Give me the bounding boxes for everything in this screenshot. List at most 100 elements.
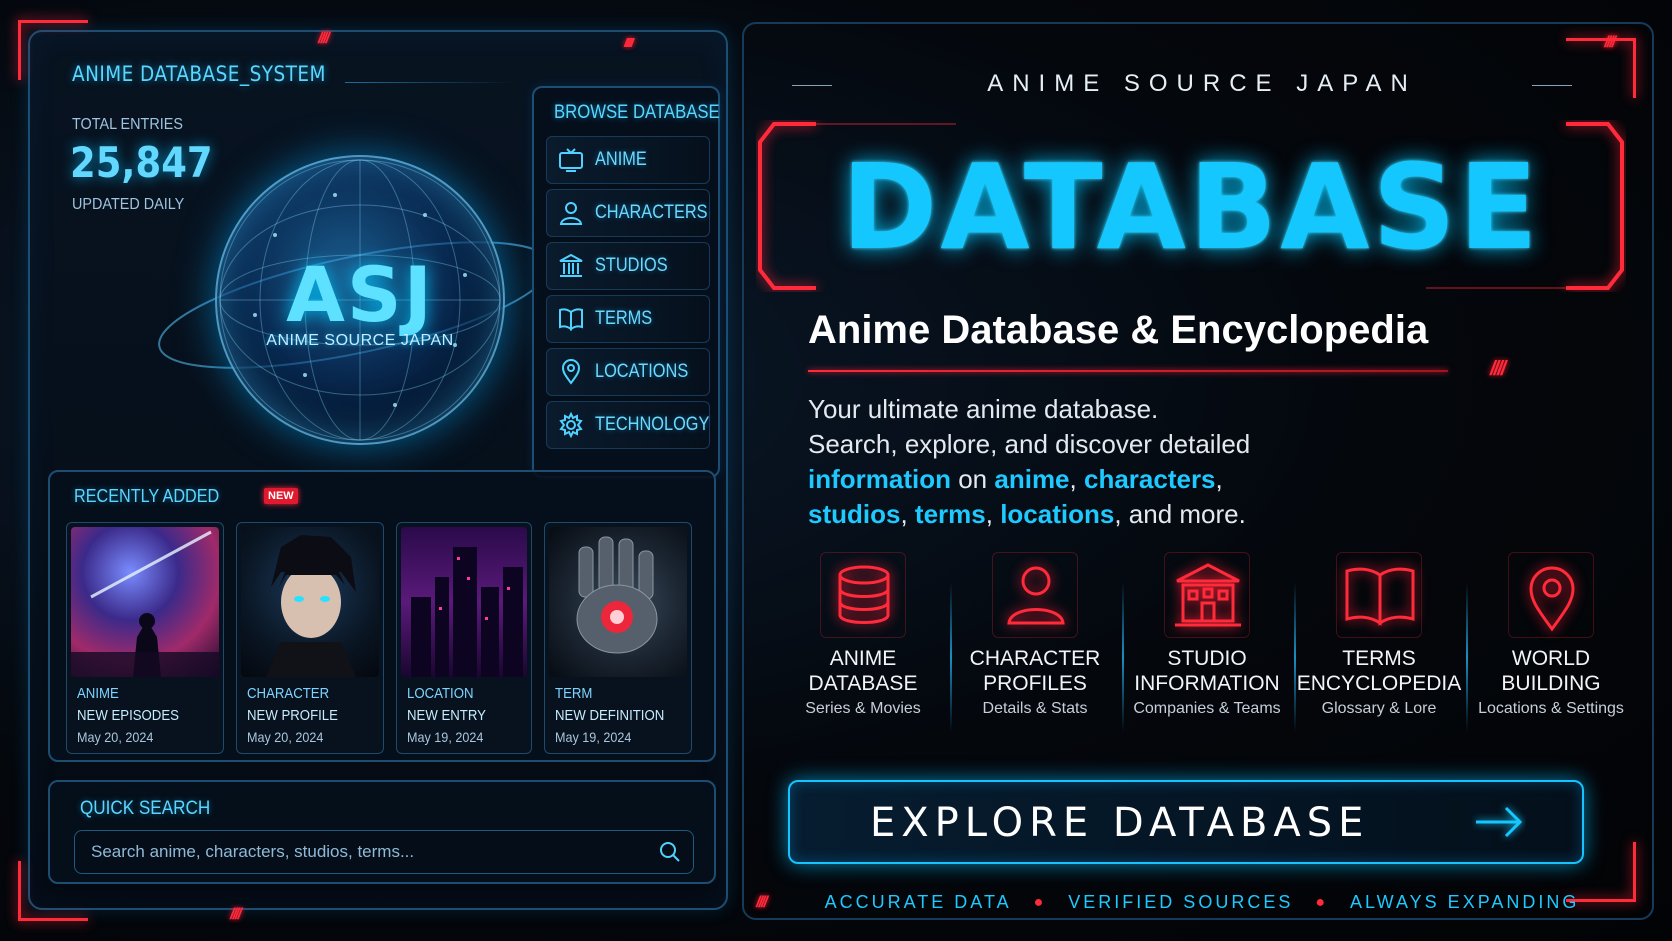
decor-corner: [1566, 38, 1636, 98]
feature-character-profiles[interactable]: CHARACTER PROFILES Details & Stats: [950, 552, 1120, 752]
feature-subtitle: Locations & Settings: [1478, 700, 1624, 717]
feature-title: CHARACTER: [969, 647, 1101, 670]
browse-item-label: CHARACTERS: [595, 202, 708, 223]
divider: [345, 82, 515, 83]
card-thumbnail: [71, 527, 221, 677]
feature-anime-database[interactable]: ANIME DATABASE Series & Movies: [778, 552, 948, 752]
highlight-link[interactable]: terms: [915, 499, 986, 529]
browse-item-locations[interactable]: LOCATIONS: [546, 348, 710, 396]
description-text: ,: [1069, 464, 1084, 494]
feature-title: ENCYCLOPEDIA: [1296, 672, 1462, 695]
browse-item-terms[interactable]: TERMS: [546, 295, 710, 343]
asj-globe-logo: ASJ ANIME SOURCE JAPAN: [145, 150, 535, 460]
description: Your ultimate anime database. Search, ex…: [808, 392, 1250, 532]
system-title: ANIME DATABASE_SYSTEM: [72, 62, 326, 86]
recently-added-title: RECENTLY ADDED: [74, 486, 220, 506]
decor-stripes: //////: [624, 36, 634, 50]
card-date: May 20, 2024: [247, 729, 324, 745]
highlight-link[interactable]: characters: [1084, 464, 1216, 494]
card-category: TERM: [555, 685, 593, 702]
highlight-link[interactable]: studios: [808, 499, 900, 529]
feature-studio-information[interactable]: STUDIO INFORMATION Companies & Teams: [1122, 552, 1292, 752]
card-thumbnail: [401, 527, 527, 677]
gear-icon: [559, 411, 583, 439]
brand-title: ANIME SOURCE JAPAN: [987, 70, 1417, 97]
feature-title: INFORMATION: [1134, 672, 1280, 695]
divider: [792, 85, 832, 86]
highlight-link[interactable]: locations: [1000, 499, 1114, 529]
studio-building-icon: [1164, 552, 1250, 638]
footer-tag: VERIFIED SOURCES: [1068, 892, 1294, 912]
headline: DATABASE: [841, 138, 1541, 276]
feature-title: ANIME: [829, 647, 897, 670]
decor-stripes: ////: [756, 894, 768, 911]
description-text: ,: [1215, 464, 1223, 494]
footer-tags: ACCURATE DATA ● VERIFIED SOURCES ● ALWAY…: [822, 892, 1582, 913]
feature-title: DATABASE: [808, 672, 918, 695]
feature-subtitle: Companies & Teams: [1133, 700, 1281, 717]
card-date: May 20, 2024: [77, 729, 154, 745]
description-text: on: [951, 464, 995, 494]
feature-subtitle: Series & Movies: [805, 700, 921, 717]
browse-item-label: LOCATIONS: [595, 361, 689, 382]
recent-card-term[interactable]: TERM NEW DEFINITION May 19, 2024: [544, 522, 692, 754]
card-title: NEW ENTRY: [407, 707, 486, 724]
card-title: NEW DEFINITION: [555, 707, 665, 724]
highlight-link[interactable]: information: [808, 464, 951, 494]
feature-row: ANIME DATABASE Series & Movies CHARACTER…: [778, 552, 1624, 762]
browse-database-menu: BROWSE DATABASE ANIME CHARACTERS STUDIOS…: [532, 86, 720, 478]
map-pin-icon: [561, 359, 581, 385]
divider: [1532, 85, 1572, 86]
recent-card-location[interactable]: LOCATION NEW ENTRY May 19, 2024: [396, 522, 532, 754]
total-entries-label: TOTAL ENTRIES: [72, 116, 183, 133]
feature-title: STUDIO: [1167, 647, 1247, 670]
building-icon: [559, 253, 583, 277]
card-date: May 19, 2024: [555, 729, 632, 745]
quick-search-title: QUICK SEARCH: [80, 798, 211, 819]
card-title: NEW EPISODES: [77, 707, 179, 724]
browse-item-label: TECHNOLOGY: [595, 414, 710, 435]
feature-subtitle: Glossary & Lore: [1321, 700, 1437, 717]
card-category: CHARACTER: [247, 685, 330, 702]
asj-logo-name: ANIME SOURCE JAPAN: [266, 332, 454, 349]
highlight-link[interactable]: anime: [994, 464, 1069, 494]
browse-item-label: ANIME: [595, 149, 647, 170]
feature-subtitle: Details & Stats: [982, 700, 1088, 717]
recently-added-panel: RECENTLY ADDED NEW ANIME NEW EPISODES Ma…: [48, 470, 716, 762]
decor-stripes: ////: [318, 30, 330, 47]
search-icon[interactable]: [658, 840, 682, 864]
recent-card-character[interactable]: CHARACTER NEW PROFILE May 20, 2024: [236, 522, 384, 754]
right-panel: //// ANIME SOURCE JAPAN DATABASE Anime D…: [742, 22, 1654, 920]
browse-item-studios[interactable]: STUDIOS: [546, 242, 710, 290]
feature-terms-encyclopedia[interactable]: TERMS ENCYCLOPEDIA Glossary & Lore: [1294, 552, 1464, 752]
browse-item-label: TERMS: [595, 308, 653, 329]
explore-database-label: EXPLORE DATABASE: [870, 800, 1370, 846]
card-category: ANIME: [77, 685, 119, 702]
recent-card-anime[interactable]: ANIME NEW EPISODES May 20, 2024: [66, 522, 224, 754]
card-thumbnail: [241, 527, 379, 677]
explore-database-button[interactable]: EXPLORE DATABASE: [788, 780, 1584, 864]
description-text: ,: [900, 499, 915, 529]
browse-item-technology[interactable]: TECHNOLOGY: [546, 401, 710, 449]
description-line: Search, explore, and discover detailed: [808, 429, 1251, 459]
decor-stripes: ////: [1604, 34, 1616, 51]
footer-tag: ACCURATE DATA: [824, 892, 1012, 912]
quick-search-panel: QUICK SEARCH: [48, 780, 716, 884]
browse-item-label: STUDIOS: [595, 255, 668, 276]
database-icon: [820, 552, 906, 638]
description-text: , and more.: [1114, 499, 1246, 529]
card-thumbnail: [549, 527, 687, 677]
card-category: LOCATION: [407, 685, 474, 702]
browse-item-characters[interactable]: CHARACTERS: [546, 189, 710, 237]
location-pin-icon: [1508, 552, 1594, 638]
asj-logo-mark: ASJ: [286, 250, 434, 339]
feature-world-building[interactable]: WORLD BUILDING Locations & Settings: [1466, 552, 1636, 752]
footer-tag: ALWAYS EXPANDING: [1350, 892, 1580, 912]
search-input[interactable]: [74, 830, 694, 874]
description-line: Your ultimate anime database.: [808, 394, 1159, 424]
description-line: studios, terms, locations, and more.: [808, 497, 1250, 532]
feature-title: BUILDING: [1501, 672, 1601, 695]
open-book-icon: [1336, 552, 1422, 638]
browse-item-anime[interactable]: ANIME: [546, 136, 710, 184]
separator-dot: ●: [1315, 893, 1328, 911]
